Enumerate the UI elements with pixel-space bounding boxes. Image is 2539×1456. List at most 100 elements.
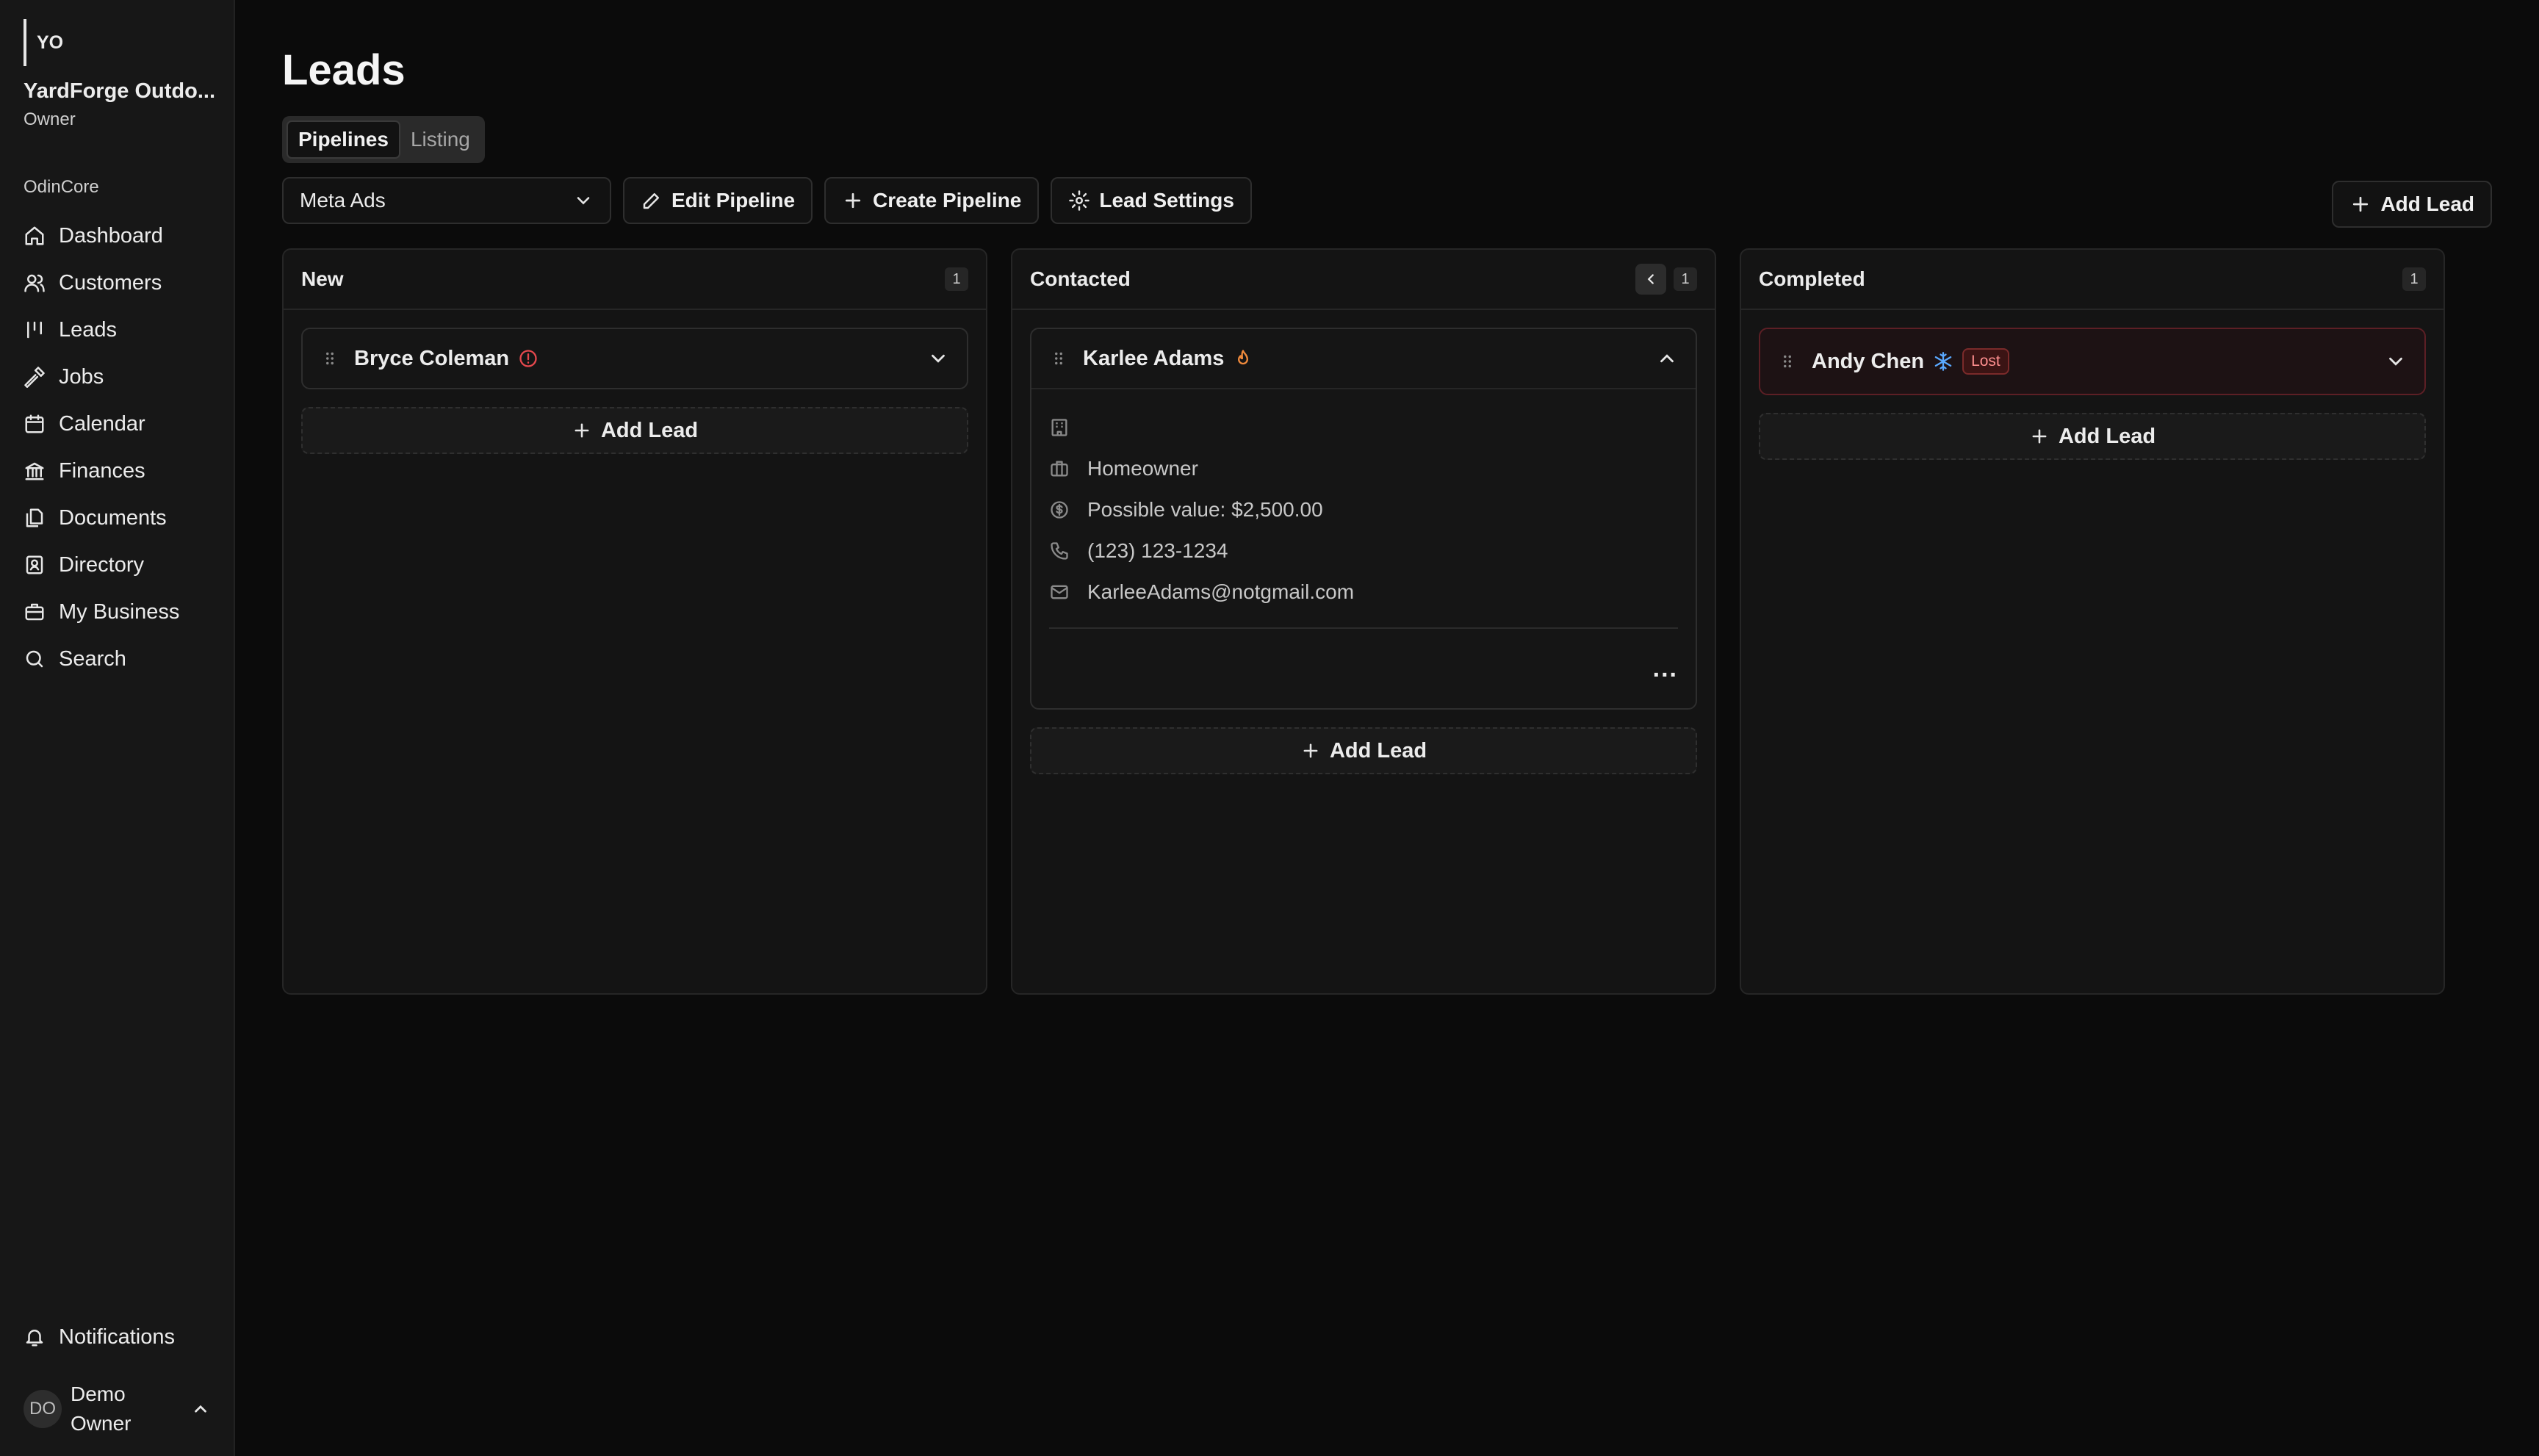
calendar-icon: [25, 414, 44, 433]
sidebar-item-label: Notifications: [59, 1325, 175, 1349]
org-name[interactable]: YardForge Outdo...: [24, 79, 216, 104]
user-menu[interactable]: DO Demo Owner: [24, 1380, 210, 1438]
section-label: OdinCore: [24, 177, 99, 197]
plus-icon: [2032, 429, 2047, 444]
sidebar-item-my-business[interactable]: My Business: [24, 588, 210, 635]
column-add-lead-label: Add Lead: [1329, 738, 1427, 763]
sidebar-item-label: Finances: [59, 458, 145, 483]
lead-email[interactable]: KarleeAdams@notgmail.com: [1087, 580, 1354, 604]
lead-value: Possible value: $2,500.00: [1087, 498, 1323, 521]
sidebar-item-directory[interactable]: Directory: [24, 541, 210, 588]
sidebar-item-label: Directory: [59, 552, 145, 577]
column-completed: Completed 1 Andy Chen Lost Add Lead: [1740, 248, 2445, 995]
lead-name: Karlee Adams: [1083, 346, 1225, 370]
chevron-up-icon[interactable]: [1656, 347, 1678, 370]
pipeline-select[interactable]: Meta Ads: [282, 177, 611, 224]
lead-email-row: KarleeAdams@notgmail.com: [1049, 572, 1678, 613]
add-lead-label: Add Lead: [2380, 192, 2474, 215]
sidebar-item-label: Calendar: [59, 411, 145, 436]
column-title: New: [301, 267, 344, 290]
drag-handle-icon[interactable]: [1778, 352, 1797, 371]
tab-listing[interactable]: Listing: [400, 120, 480, 159]
lead-settings-button[interactable]: Lead Settings: [1051, 177, 1252, 224]
column-new: New 1 Bryce Coleman Add Lead: [282, 248, 987, 995]
sidebar-item-jobs[interactable]: Jobs: [24, 353, 210, 400]
sidebar-item-notifications[interactable]: Notifications: [24, 1313, 210, 1361]
main-content: Leads Pipelines Listing Meta Ads Edit Pi…: [235, 0, 2539, 1456]
column-add-lead-label: Add Lead: [600, 418, 699, 442]
lead-card[interactable]: Karlee Adams Homeowner Possible value: $…: [1030, 328, 1697, 710]
drag-handle-icon[interactable]: [1049, 349, 1068, 368]
avatar: DO: [24, 1390, 62, 1428]
bank-icon: [25, 462, 44, 480]
org-initials: YO: [24, 19, 210, 66]
edit-pipeline-button[interactable]: Edit Pipeline: [623, 177, 813, 224]
lead-name: Andy Chen: [1812, 349, 1925, 373]
sidebar-item-label: My Business: [59, 599, 180, 624]
lead-details: Homeowner Possible value: $2,500.00 (123…: [1031, 388, 1696, 708]
lead-type: Homeowner: [1087, 457, 1198, 480]
lead-name: Bryce Coleman: [354, 346, 510, 370]
sidebar-item-label: Jobs: [59, 364, 104, 389]
sidebar-item-dashboard[interactable]: Dashboard: [24, 212, 210, 259]
sidebar-item-finances[interactable]: Finances: [24, 447, 210, 494]
pipeline-select-value: Meta Ads: [300, 189, 386, 212]
contact-book-icon: [26, 555, 43, 574]
sidebar-item-leads[interactable]: Leads: [24, 306, 210, 353]
sidebar-item-search[interactable]: Search: [24, 635, 210, 682]
phone-icon: [1051, 542, 1068, 560]
column-header: Completed 1: [1741, 250, 2443, 310]
user-name: Demo Owner: [71, 1383, 132, 1435]
column-header: Contacted 1: [1012, 250, 1715, 310]
dollar-circle-icon: [1051, 501, 1068, 519]
sidebar-item-calendar[interactable]: Calendar: [24, 400, 210, 447]
drag-handle-icon[interactable]: [320, 349, 339, 368]
chevron-down-icon[interactable]: [927, 347, 949, 370]
flame-icon: [1238, 350, 1249, 365]
sidebar-item-customers[interactable]: Customers: [24, 259, 210, 306]
more-actions-button[interactable]: ...: [1653, 655, 1678, 683]
collapse-column-button[interactable]: [1635, 264, 1666, 295]
files-icon: [26, 508, 43, 527]
chevron-up-icon[interactable]: [191, 1399, 210, 1419]
sidebar-item-label: Customers: [59, 270, 162, 295]
lead-settings-label: Lead Settings: [1099, 189, 1234, 212]
pipeline-board: New 1 Bryce Coleman Add Lead Contacted 1…: [282, 248, 2539, 995]
column-count: 1: [1674, 267, 1697, 291]
sidebar-item-label: Search: [59, 646, 126, 671]
bell-icon: [26, 1330, 43, 1347]
briefcase-icon: [25, 603, 44, 621]
lead-type-row: Homeowner: [1049, 448, 1678, 489]
create-pipeline-button[interactable]: Create Pipeline: [824, 177, 1040, 224]
tab-pipelines[interactable]: Pipelines: [287, 120, 400, 159]
hammer-icon: [24, 367, 45, 388]
gear-icon: [1069, 190, 1090, 211]
building-icon: [1051, 419, 1067, 436]
sidebar-footer: Notifications DO Demo Owner: [24, 1313, 210, 1438]
chevron-down-icon[interactable]: [2385, 350, 2407, 372]
lead-company-row: [1049, 407, 1678, 448]
plus-icon: [2353, 196, 2369, 212]
column-title: Contacted: [1030, 267, 1131, 290]
lead-card[interactable]: Andy Chen Lost: [1759, 328, 2426, 395]
pencil-icon: [643, 193, 659, 209]
sidebar-item-label: Documents: [59, 505, 167, 530]
view-tabs: Pipelines Listing: [282, 116, 485, 163]
column-add-lead-button[interactable]: Add Lead: [1030, 727, 1697, 774]
mail-icon: [1051, 585, 1068, 599]
briefcase-icon: [1051, 461, 1068, 477]
sidebar-item-documents[interactable]: Documents: [24, 494, 210, 541]
plus-icon: [845, 192, 861, 209]
lead-card[interactable]: Bryce Coleman: [301, 328, 968, 389]
lead-value-row: Possible value: $2,500.00: [1049, 489, 1678, 530]
toolbar: Meta Ads Edit Pipeline Create Pipeline L…: [282, 176, 2539, 225]
column-add-lead-button[interactable]: Add Lead: [301, 407, 968, 454]
sidebar: YO YardForge Outdo... Owner OdinCore Das…: [0, 0, 235, 1456]
column-add-lead-button[interactable]: Add Lead: [1759, 413, 2426, 460]
home-icon: [25, 226, 44, 245]
add-lead-button[interactable]: Add Lead: [2332, 181, 2492, 228]
search-icon: [26, 650, 43, 668]
lead-phone[interactable]: (123) 123-1234: [1087, 539, 1228, 563]
lead-phone-row: (123) 123-1234: [1049, 530, 1678, 572]
org-role: Owner: [24, 109, 76, 129]
